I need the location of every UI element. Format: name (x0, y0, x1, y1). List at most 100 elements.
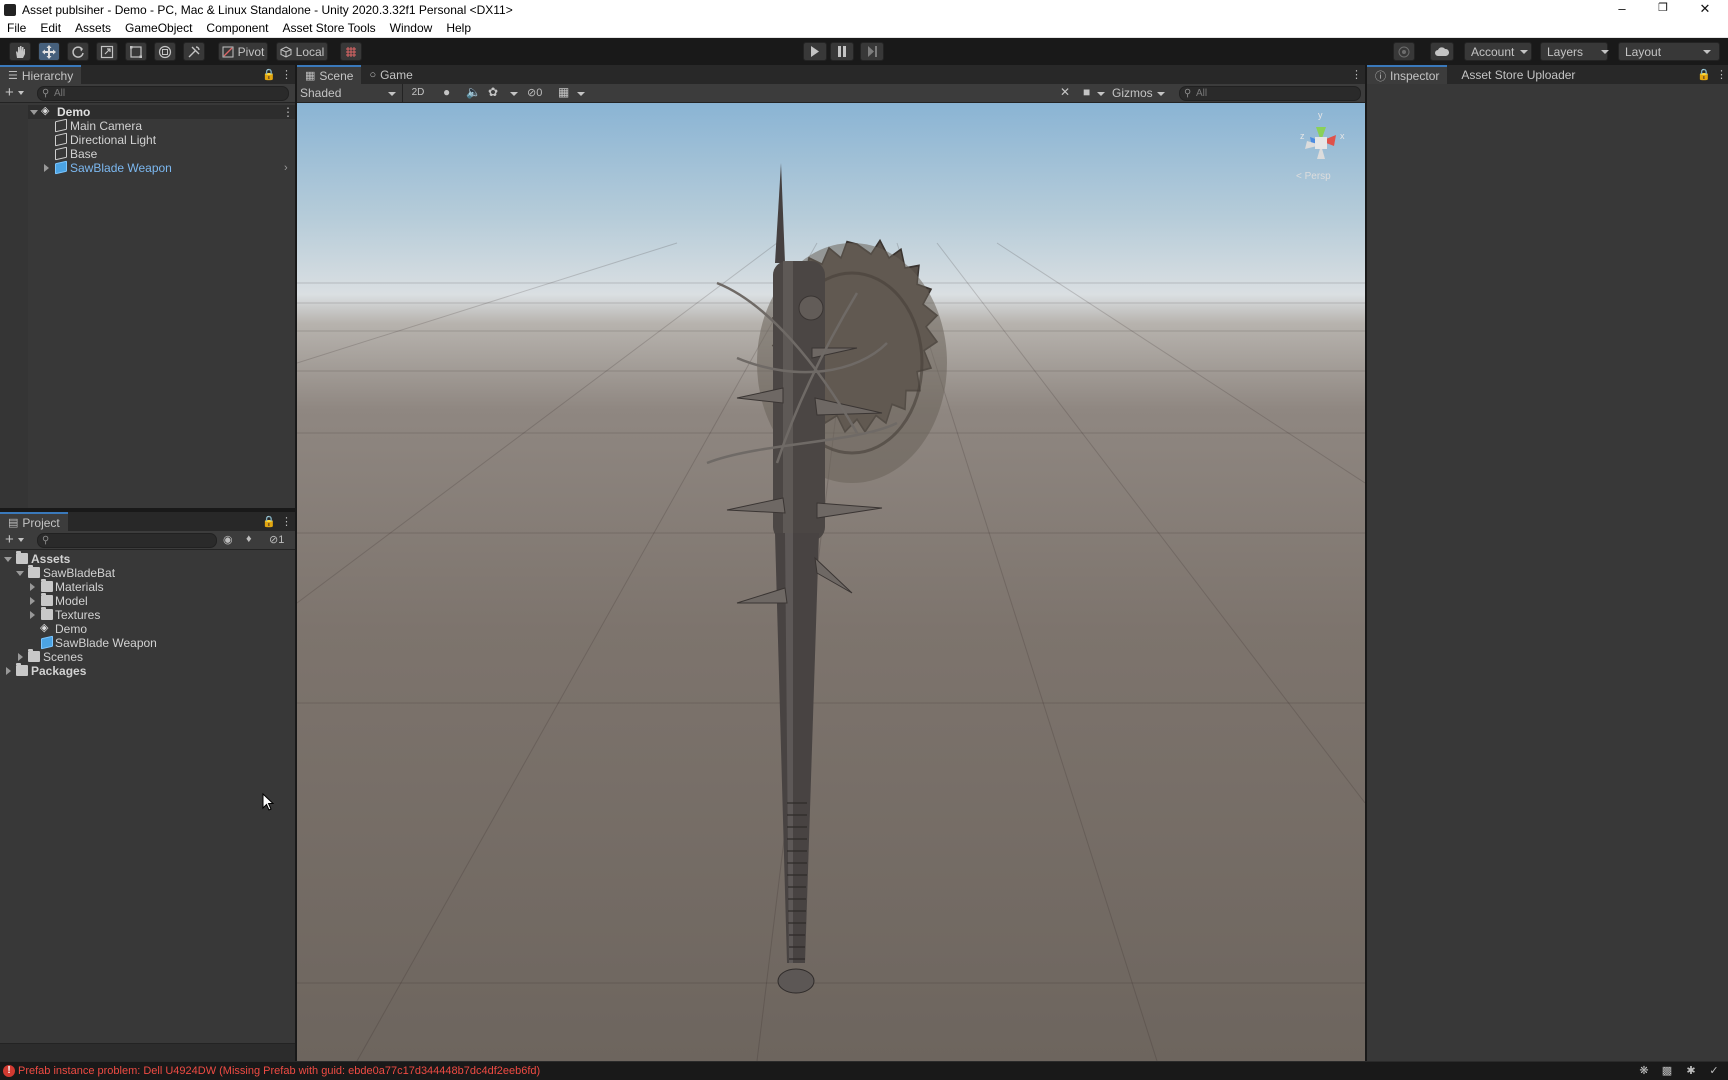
local-toggle-button[interactable]: Local (276, 42, 328, 61)
expand-arrow-icon[interactable] (44, 164, 49, 172)
search-by-type-icon[interactable]: ◉ (223, 533, 233, 546)
project-item-demo-scene[interactable]: ◈ Demo (0, 622, 295, 636)
lighting-toggle-icon[interactable]: ● (443, 85, 450, 99)
rect-tool-button[interactable] (125, 42, 147, 61)
bug-icon[interactable]: ❋ (1638, 1065, 1650, 1077)
project-item-model[interactable]: Model (0, 593, 295, 608)
add-icon[interactable]: + (5, 532, 14, 548)
expand-arrow-icon[interactable] (30, 583, 35, 591)
collab-button[interactable] (1393, 42, 1415, 61)
chevron-down-icon[interactable] (18, 538, 24, 542)
projection-label[interactable]: < Persp (1296, 171, 1331, 182)
console-error-message[interactable]: Prefab instance problem: Dell U4924DW (M… (18, 1065, 540, 1077)
lock-icon[interactable]: 🔒 (262, 68, 276, 81)
kebab-menu-icon[interactable]: ⋮ (281, 68, 292, 81)
expand-arrow-icon[interactable] (30, 597, 35, 605)
toggle-2d-button[interactable]: 2D (407, 85, 429, 101)
step-button[interactable] (860, 42, 884, 61)
close-button[interactable]: ✕ (1685, 0, 1725, 19)
menu-file[interactable]: File (0, 19, 33, 38)
lock-icon[interactable]: 🔒 (1697, 68, 1711, 81)
project-item-materials[interactable]: Materials (0, 579, 295, 594)
tools-icon[interactable]: ✕ (1060, 85, 1070, 99)
scene-row-demo[interactable]: ◈ Demo ⋮ (0, 105, 295, 119)
cache-server-icon[interactable]: ✱ (1685, 1065, 1697, 1077)
chevron-down-icon[interactable] (1097, 92, 1105, 96)
add-icon[interactable]: + (5, 85, 14, 101)
chevron-right-icon[interactable]: › (284, 161, 288, 175)
menu-gameobject[interactable]: GameObject (118, 19, 199, 38)
tab-game[interactable]: ○ Game (361, 65, 420, 84)
tab-project[interactable]: ▤ Project (0, 512, 68, 531)
kebab-menu-icon[interactable]: ⋮ (1716, 68, 1727, 81)
project-item-packages[interactable]: Packages (0, 663, 295, 678)
expand-arrow-icon[interactable] (6, 667, 11, 675)
tab-asset-store-uploader[interactable]: Asset Store Uploader (1447, 65, 1583, 84)
search-by-label-icon[interactable]: ♦ (246, 533, 252, 545)
grid-toggle-icon[interactable]: ▦ (558, 85, 569, 99)
project-item-sawblade-prefab[interactable]: SawBlade Weapon (0, 635, 295, 650)
effects-toggle-icon[interactable]: ✿ (488, 85, 498, 99)
scene-render[interactable] (297, 103, 1365, 1061)
tab-inspector[interactable]: ⓘ Inspector (1367, 65, 1448, 84)
project-item-textures[interactable]: Textures (0, 607, 295, 622)
hierarchy-search-input[interactable]: ⚲ All (37, 86, 289, 101)
minimize-button[interactable]: – (1602, 0, 1642, 19)
orientation-gizmo[interactable]: y x z < Persp (1290, 110, 1352, 183)
chevron-down-icon[interactable] (577, 92, 585, 96)
menu-assets[interactable]: Assets (68, 19, 118, 38)
audio-toggle-icon[interactable]: 🔈 (466, 85, 481, 99)
horizontal-splitter[interactable] (0, 508, 295, 512)
grid-snap-button[interactable] (340, 42, 362, 61)
project-search-input[interactable]: ⚲ (37, 533, 217, 548)
kebab-menu-icon[interactable]: ⋮ (1351, 68, 1362, 81)
menu-help[interactable]: Help (439, 19, 478, 38)
lock-icon[interactable]: 🔒 (262, 515, 276, 528)
rotate-tool-button[interactable] (67, 42, 89, 61)
progress-icon[interactable]: ▩ (1661, 1065, 1673, 1077)
expand-arrow-icon[interactable] (16, 571, 24, 576)
tab-hierarchy[interactable]: ☰ Hierarchy (0, 65, 82, 84)
pivot-toggle-button[interactable]: Pivot (218, 42, 268, 61)
expand-arrow-icon[interactable] (4, 557, 12, 562)
hierarchy-item-sawblade-weapon[interactable]: SawBlade Weapon › (0, 160, 295, 175)
kebab-menu-icon[interactable]: ⋮ (281, 515, 292, 528)
project-item-sawbladebat[interactable]: SawBladeBat (0, 565, 295, 580)
menu-window[interactable]: Window (383, 19, 440, 38)
expand-arrow-icon[interactable] (30, 110, 38, 115)
chevron-down-icon[interactable] (18, 91, 24, 95)
project-item-assets[interactable]: Assets (0, 551, 295, 566)
check-circle-icon[interactable]: ✓ (1708, 1065, 1720, 1077)
tab-scene[interactable]: ▦ Scene (297, 65, 362, 84)
scale-tool-button[interactable] (96, 42, 118, 61)
layout-dropdown[interactable]: Layout (1618, 42, 1720, 61)
hierarchy-item-base[interactable]: Base (0, 146, 295, 161)
play-button[interactable] (803, 42, 827, 61)
camera-icon[interactable]: ■ (1083, 85, 1090, 99)
expand-arrow-icon[interactable] (18, 653, 23, 661)
transform-tool-button[interactable] (154, 42, 176, 61)
project-item-scenes[interactable]: Scenes (0, 649, 295, 664)
chevron-down-icon[interactable] (510, 92, 518, 96)
shading-mode-dropdown[interactable]: Shaded (297, 84, 403, 102)
cloud-button[interactable] (1430, 42, 1454, 61)
scene-viewport[interactable]: y x z < Persp (297, 103, 1365, 1061)
layers-dropdown[interactable]: Layers (1540, 42, 1610, 61)
scene-search-input[interactable]: ⚲ All (1179, 86, 1361, 101)
move-tool-button[interactable] (38, 42, 60, 61)
menu-edit[interactable]: Edit (33, 19, 68, 38)
scene-visibility-toggle[interactable]: ⊘0 (527, 86, 542, 99)
left-splitter[interactable] (295, 65, 297, 1061)
hierarchy-item-directional-light[interactable]: Directional Light (0, 132, 295, 147)
custom-tool-button[interactable] (183, 42, 205, 61)
expand-arrow-icon[interactable] (30, 611, 35, 619)
hand-tool-button[interactable] (9, 42, 31, 61)
hidden-packages-toggle[interactable]: ⊘1 (269, 533, 284, 546)
restore-button[interactable]: ❐ (1643, 0, 1683, 19)
gizmos-dropdown[interactable]: Gizmos (1109, 84, 1169, 102)
kebab-menu-icon[interactable]: ⋮ (282, 105, 294, 119)
menu-asset-store-tools[interactable]: Asset Store Tools (275, 19, 382, 38)
hierarchy-item-main-camera[interactable]: Main Camera (0, 118, 295, 133)
account-dropdown[interactable]: Account (1464, 42, 1532, 61)
pause-button[interactable] (830, 42, 854, 61)
